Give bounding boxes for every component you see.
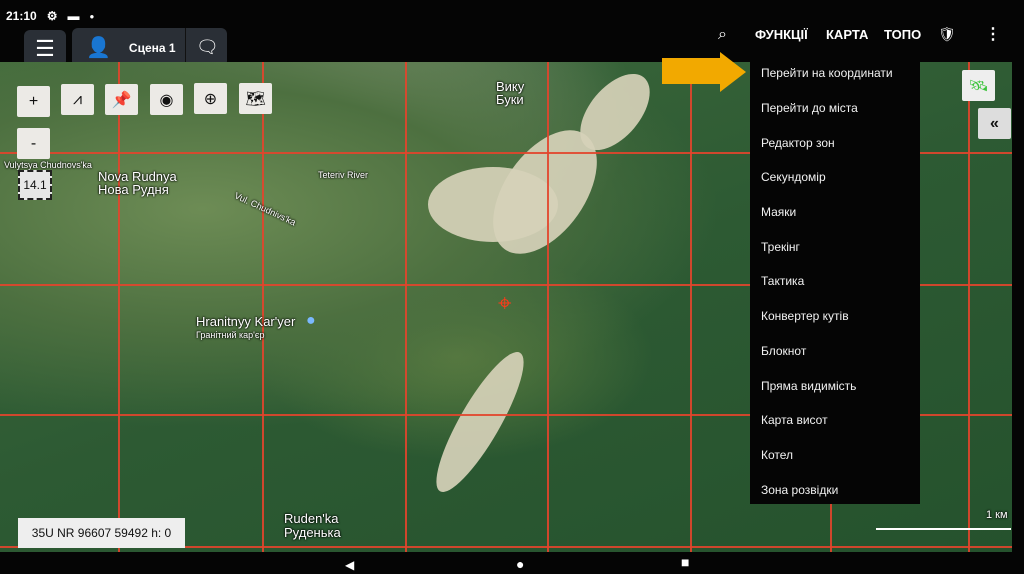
zoom-in-button[interactable]: + [17, 86, 50, 117]
menu-item-recon-zone[interactable]: Зона розвідки [750, 472, 920, 507]
status-bar: 21:10 ⚙ ▬ ● [6, 9, 94, 23]
compass-button[interactable]: ⊕ [194, 83, 227, 114]
arrow-icon-head [720, 52, 746, 92]
menu-item-elevation-map[interactable]: Карта висот [750, 403, 920, 438]
place-label: Буки [496, 92, 524, 107]
compass-icon: ⩘ [72, 90, 83, 108]
functions-menu: Перейти на координати Перейти до міста Р… [750, 56, 920, 504]
place-label: Hranitnyy Kar'yer [196, 314, 296, 329]
place-label: Ruden'ka [284, 511, 339, 526]
menu-item-kettle[interactable]: Котел [750, 438, 920, 473]
menu-item-notepad[interactable]: Блокнот [750, 334, 920, 369]
scale-bar [876, 528, 1011, 530]
cannon-icon[interactable]: 🛡 [938, 26, 956, 43]
menu-item-beacons[interactable]: Маяки [750, 195, 920, 230]
menu-item-angle-converter[interactable]: Конвертер кутів [750, 299, 920, 334]
map-icon: 🗺 [245, 90, 266, 108]
settings-icon: ⚙ [46, 9, 58, 23]
zoom-out-button[interactable]: - [17, 128, 50, 159]
more-icon[interactable]: ⋮ [985, 24, 1001, 44]
scale-label: 1 км [986, 509, 1008, 521]
satellite-button[interactable]: 🛰 [962, 70, 995, 101]
menu-item-go-to-city[interactable]: Перейти до міста [750, 91, 920, 126]
image-icon: ▬ [67, 9, 80, 23]
menu-item-stopwatch[interactable]: Секундомір [750, 160, 920, 195]
dot-icon: ● [89, 11, 95, 21]
crosshair-icon: ⌖ [498, 290, 512, 317]
map-layers-button[interactable]: 🗺 [239, 83, 272, 114]
search-icon[interactable]: ⌕ [718, 26, 727, 44]
north-compass-icon: ⊕ [203, 90, 218, 108]
tab-topo[interactable]: ТОПО [884, 27, 921, 42]
menu-item-zone-editor[interactable]: Редактор зон [750, 125, 920, 160]
menu-item-tracking[interactable]: Трекінг [750, 229, 920, 264]
river-label: Teteriv River [318, 170, 369, 180]
menu-item-go-to-coordinates[interactable]: Перейти на координати [750, 56, 920, 91]
my-location-button[interactable]: ◉ [150, 84, 183, 115]
place-label: Нова Рудня [98, 182, 169, 197]
coordinates-readout: 35U NR 96607 59492 h: 0 [18, 518, 185, 548]
target-icon: ◉ [159, 91, 174, 109]
collapse-panel-button[interactable]: « [978, 108, 1011, 139]
location-pin-icon: ● [306, 312, 316, 329]
chat-icon[interactable]: 🗨 [196, 37, 219, 58]
zoom-level: 14.1 [18, 170, 52, 200]
menu-item-tactics[interactable]: Тактика [750, 264, 920, 299]
tab-functions[interactable]: ФУНКЦІЇ [755, 27, 808, 42]
scene-label: Сцена 1 [128, 40, 176, 55]
recents-icon[interactable]: ■ [681, 554, 689, 570]
hamburger-icon: ☰ [35, 35, 55, 61]
back-icon[interactable]: ◀ [345, 558, 354, 572]
home-icon[interactable]: ● [516, 556, 524, 572]
pin-button[interactable]: 📌 [105, 84, 138, 115]
menu-item-line-of-sight[interactable]: Пряма видимість [750, 368, 920, 403]
user-icon: 👤 [86, 37, 111, 59]
ruler-compass-button[interactable]: ⩘ [61, 84, 94, 115]
pushpin-icon: 📌 [111, 91, 132, 109]
place-label: Гранітний кар'єр [196, 330, 265, 340]
satellite-icon: 🛰 [968, 77, 989, 95]
street-label: Vul. Chudnivs'ka [232, 190, 298, 228]
clock: 21:10 [6, 9, 37, 23]
lake [422, 342, 538, 502]
arrow-icon [662, 58, 722, 84]
place-label: Руденька [284, 525, 341, 540]
tab-map[interactable]: КАРТА [826, 27, 868, 42]
